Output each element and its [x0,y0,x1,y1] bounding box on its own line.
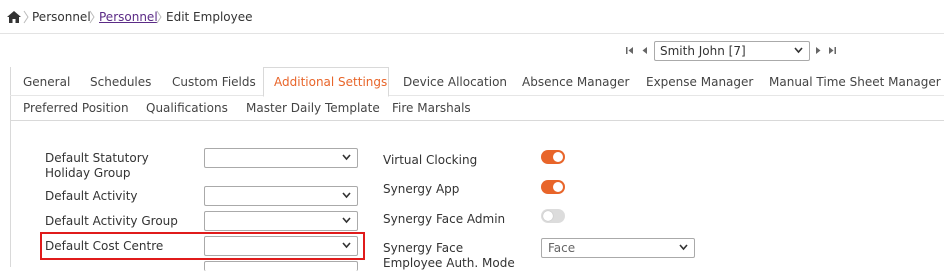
tab-manual-time-sheet-manager[interactable]: Manual Time Sheet Manager [769,74,941,90]
partial-select[interactable] [204,261,358,271]
default-statutory-holiday-group-select[interactable] [204,148,358,168]
toggle-knob [543,211,553,221]
tab-preferred-position[interactable]: Preferred Position [23,100,129,116]
tab-qualifications[interactable]: Qualifications [146,100,228,116]
home-icon[interactable] [7,11,21,23]
tab-absence-manager[interactable]: Absence Manager [522,74,629,90]
employee-select[interactable]: Smith John [7] [654,41,810,61]
default-activity-label: Default Activity [45,189,138,203]
breadcrumb-separator-icon [156,10,162,24]
breadcrumb-separator-icon [23,10,29,24]
breadcrumb-current: Edit Employee [166,10,253,24]
tab-custom-fields[interactable]: Custom Fields [172,74,256,90]
chevron-down-icon [794,47,803,54]
synergy-app-toggle[interactable] [541,180,565,194]
default-activity-group-select[interactable] [204,211,358,231]
employee-select-value: Smith John [7] [660,44,746,58]
tab-device-allocation[interactable]: Device Allocation [403,74,507,90]
select-value: Face [548,241,576,255]
tab-expense-manager[interactable]: Expense Manager [646,74,753,90]
breadcrumb-separator-icon [89,10,95,24]
prev-icon[interactable] [641,46,648,55]
last-page-icon[interactable] [828,46,836,55]
chevron-down-icon [679,244,688,251]
tab-additional-settings[interactable]: Additional Settings [274,74,387,90]
toggle-knob [553,152,563,162]
default-statutory-holiday-group-label: Default Statutory Holiday Group [45,151,149,180]
chevron-down-icon [342,154,351,161]
chevron-down-icon [342,217,351,224]
toggle-knob [553,182,563,192]
auth-mode-select[interactable]: Face [541,238,695,258]
tab-master-daily-template[interactable]: Master Daily Template [246,100,380,116]
next-icon[interactable] [815,46,822,55]
synergy-face-admin-label: Synergy Face Admin [383,212,506,226]
tab-row-divider [10,95,944,96]
tab-general[interactable]: General [23,74,70,90]
synergy-app-label: Synergy App [383,182,460,196]
default-activity-group-label: Default Activity Group [45,214,178,228]
breadcrumb-personnel: Personnel [32,10,91,24]
default-activity-select[interactable] [204,186,358,206]
synergy-face-admin-toggle[interactable] [541,209,565,223]
virtual-clocking-label: Virtual Clocking [383,153,478,167]
chevron-down-icon [342,192,351,199]
virtual-clocking-toggle[interactable] [541,150,565,164]
tab-panel-border [10,120,944,121]
tab-panel-border [10,67,11,267]
highlight-box [40,232,365,260]
first-page-icon[interactable] [626,46,634,55]
tab-schedules[interactable]: Schedules [90,74,151,90]
tab-fire-marshals[interactable]: Fire Marshals [392,100,471,116]
breadcrumb-personnel-link[interactable]: Personnel [99,10,158,24]
